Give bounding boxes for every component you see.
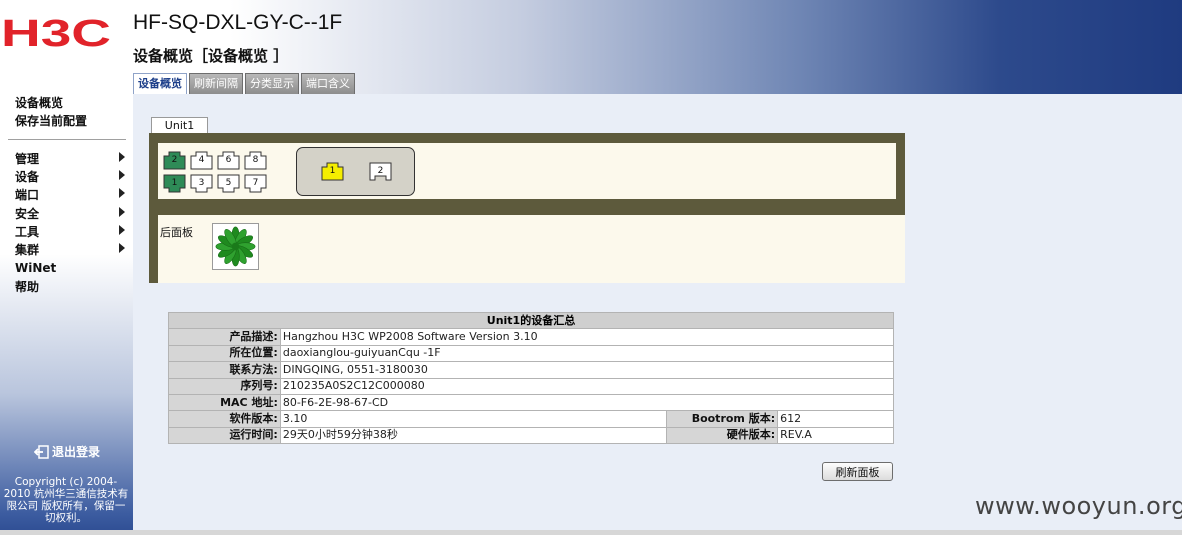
row-label: 硬件版本: bbox=[666, 426, 779, 445]
row-value: 3.10 bbox=[279, 410, 668, 428]
port-8[interactable]: 8 bbox=[244, 151, 267, 170]
arrow-right-icon bbox=[119, 207, 125, 217]
sidebar-item-help[interactable]: 帮助 bbox=[15, 278, 125, 295]
device-name: HF-SQ-DXL-GY-C--1F bbox=[133, 11, 343, 34]
sidebar-item-tools[interactable]: 工具 bbox=[15, 223, 125, 240]
row-label: 软件版本: bbox=[168, 410, 281, 428]
sidebar-item-label: WiNet bbox=[15, 261, 57, 275]
table-row: 所在位置: daoxianglou-guiyuanCqu -1F bbox=[168, 344, 895, 363]
sidebar-item-label: 安全 bbox=[15, 207, 40, 221]
port-4[interactable]: 4 bbox=[190, 151, 213, 170]
port-2[interactable]: 2 bbox=[163, 151, 186, 170]
arrow-right-icon bbox=[119, 225, 125, 235]
row-value: REV.A bbox=[777, 426, 894, 445]
sfp-port-2[interactable]: 2 bbox=[369, 162, 392, 181]
header-banner: H3C HF-SQ-DXL-GY-C--1F 设备概览［设备概览 ］ 设备概览 … bbox=[0, 0, 1182, 94]
tab-device-overview[interactable]: 设备概览 bbox=[133, 73, 187, 94]
sidebar-divider bbox=[8, 139, 126, 140]
port-1[interactable]: 1 bbox=[163, 174, 186, 193]
tab-unit1[interactable]: Unit1 bbox=[151, 117, 208, 133]
sidebar-item-cluster[interactable]: 集群 bbox=[15, 241, 125, 258]
row-label: 联系方法: bbox=[168, 361, 281, 379]
sidebar-item-management[interactable]: 管理 bbox=[15, 150, 125, 167]
sidebar-item-label: 端口 bbox=[15, 188, 40, 202]
tab-category-display[interactable]: 分类显示 bbox=[245, 73, 299, 94]
logout-icon bbox=[34, 444, 49, 459]
row-value: 210235A0S2C12C000080 bbox=[279, 377, 895, 395]
port-7[interactable]: 7 bbox=[244, 174, 267, 193]
sfp-port-1[interactable]: 1 bbox=[321, 162, 344, 181]
rear-panel-label: 后面板 bbox=[160, 226, 193, 239]
table-row: 联系方法: DINGQING, 0551-3180030 bbox=[168, 361, 895, 379]
arrow-right-icon bbox=[119, 188, 125, 198]
front-panel: 2 4 6 8 1 3 5 7 bbox=[158, 143, 896, 199]
table-row: 运行时间: 29天0小时59分钟38秒 硬件版本: REV.A bbox=[168, 426, 894, 445]
row-value: Hangzhou H3C WP2008 Software Version 3.1… bbox=[279, 328, 895, 346]
table-row: 软件版本: 3.10 Bootrom 版本: 612 bbox=[168, 410, 894, 428]
sidebar-link-save-config[interactable]: 保存当前配置 bbox=[15, 112, 87, 129]
tab-bar: 设备概览 刷新间隔 分类显示 端口含义 bbox=[133, 73, 355, 94]
sfp-port-group: 1 2 bbox=[296, 147, 415, 196]
rear-panel bbox=[158, 215, 905, 283]
row-value: DINGQING, 0551-3180030 bbox=[279, 361, 895, 379]
table-row: MAC 地址: 80-F6-2E-98-67-CD bbox=[168, 393, 895, 412]
row-value: 29天0小时59分钟38秒 bbox=[279, 426, 668, 445]
sidebar-link-device-overview[interactable]: 设备概览 bbox=[15, 94, 63, 111]
arrow-right-icon bbox=[119, 152, 125, 162]
table-row: 序列号: 210235A0S2C12C000080 bbox=[168, 377, 895, 395]
row-value: daoxianglou-guiyuanCqu -1F bbox=[279, 344, 895, 363]
sidebar-item-label: 帮助 bbox=[15, 280, 40, 294]
fan-blades-icon bbox=[215, 226, 256, 267]
svg-text:H3C: H3C bbox=[1, 14, 111, 50]
logout-button[interactable]: 退出登录 bbox=[34, 443, 100, 460]
page-title: 设备概览［设备概览 ］ bbox=[133, 47, 289, 65]
row-label: 序列号: bbox=[168, 377, 281, 395]
h3c-logo-icon: H3C bbox=[1, 14, 111, 50]
port-6[interactable]: 6 bbox=[217, 151, 240, 170]
tab-port-legend[interactable]: 端口含义 bbox=[301, 73, 355, 94]
fan-hub bbox=[231, 242, 240, 251]
row-label: 所在位置: bbox=[168, 344, 281, 363]
arrow-right-icon bbox=[119, 170, 125, 180]
fan-icon[interactable] bbox=[212, 223, 259, 270]
row-label: 产品描述: bbox=[168, 328, 281, 346]
watermark-text: www.wooyun.org bbox=[975, 492, 1182, 520]
device-summary-table: Unit1的设备汇总 产品描述: Hangzhou H3C WP2008 Soft… bbox=[168, 311, 895, 445]
row-label: Bootrom 版本: bbox=[666, 410, 779, 428]
tab-refresh-interval[interactable]: 刷新间隔 bbox=[189, 73, 243, 94]
bottom-bar bbox=[0, 530, 1182, 535]
sidebar-item-device[interactable]: 设备 bbox=[15, 168, 125, 185]
logout-label: 退出登录 bbox=[52, 445, 101, 459]
sidebar-item-label: 管理 bbox=[15, 152, 40, 166]
sidebar-item-label: 设备 bbox=[15, 170, 40, 184]
refresh-panel-button[interactable]: 刷新面板 bbox=[822, 462, 893, 481]
sidebar-item-security[interactable]: 安全 bbox=[15, 205, 125, 222]
port-3[interactable]: 3 bbox=[190, 174, 213, 193]
row-label: 运行时间: bbox=[168, 426, 281, 445]
copyright-text: Copyright (c) 2004-2010 杭州华三通信技术有限公司 版权所… bbox=[3, 476, 129, 524]
sidebar-item-label: 集群 bbox=[15, 243, 40, 257]
port-5[interactable]: 5 bbox=[217, 174, 240, 193]
summary-title: Unit1的设备汇总 bbox=[168, 311, 894, 330]
sidebar: 设备概览 保存当前配置 管理 设备 端口 安全 工具 集群 WiNet 帮助 退… bbox=[0, 94, 133, 535]
table-row: 产品描述: Hangzhou H3C WP2008 Software Versio… bbox=[168, 328, 895, 346]
sidebar-item-port[interactable]: 端口 bbox=[15, 186, 125, 203]
row-value: 612 bbox=[777, 410, 894, 428]
row-value: 80-F6-2E-98-67-CD bbox=[279, 393, 895, 412]
arrow-right-icon bbox=[119, 243, 125, 253]
sidebar-item-label: 工具 bbox=[15, 225, 40, 239]
row-label: MAC 地址: bbox=[168, 393, 281, 412]
sidebar-item-winet[interactable]: WiNet bbox=[15, 261, 125, 275]
